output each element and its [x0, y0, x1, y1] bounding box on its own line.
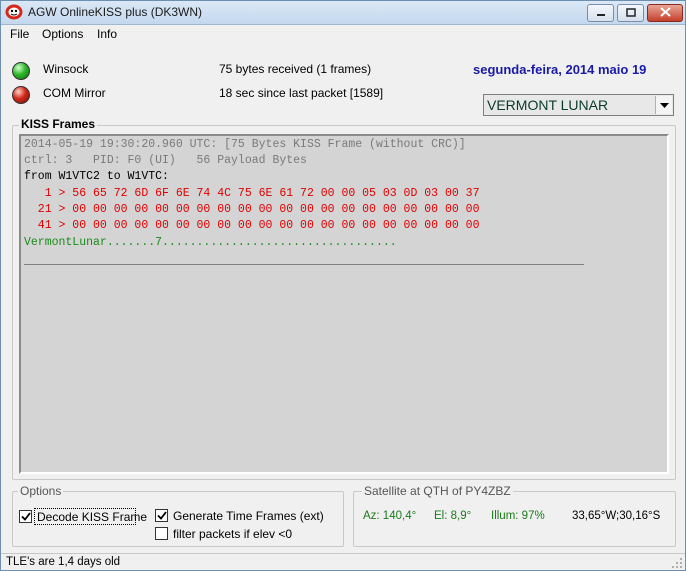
- frame-separator: [24, 264, 584, 265]
- menu-info[interactable]: Info: [93, 27, 121, 41]
- checkmark-icon: [156, 509, 167, 523]
- maximize-icon: [625, 6, 636, 20]
- com-mirror-status-led-icon: [12, 86, 30, 104]
- current-date: segunda-feira, 2014 maio 19: [473, 62, 647, 77]
- ascii-payload-line: VermontLunar.......7....................…: [24, 236, 397, 249]
- azimuth-value: Az: 140,4°: [363, 510, 417, 522]
- frame-address-line: from W1VTC2 to W1VTC:: [24, 170, 169, 183]
- illumination-value: Illum: 97%: [491, 510, 545, 522]
- menu-bar: File Options Info: [1, 25, 685, 45]
- elevation-value: El: 8,9°: [434, 510, 472, 522]
- satellite-select[interactable]: VERMONT LUNAR: [483, 94, 674, 116]
- winsock-status-led-icon: [12, 62, 30, 80]
- filter-packets-checkbox[interactable]: [155, 527, 168, 540]
- menu-options[interactable]: Options: [38, 27, 87, 41]
- maximize-button[interactable]: [617, 4, 644, 22]
- menu-file[interactable]: File: [6, 27, 33, 41]
- tle-age-text: TLE's are 1,4 days old: [6, 556, 121, 568]
- close-button[interactable]: [647, 4, 683, 22]
- hex-line-1: 1 > 56 65 72 6D 6F 6E 74 4C 75 6E 61 72 …: [24, 187, 480, 200]
- status-bar: TLE's are 1,4 days old: [1, 553, 685, 570]
- satellite-select-dropdown-button[interactable]: [655, 96, 672, 114]
- winsock-label: Winsock: [43, 62, 89, 76]
- decode-kiss-frame-label[interactable]: Decode KISS Frame: [37, 510, 147, 524]
- kiss-frames-title: KISS Frames: [19, 117, 98, 131]
- bytes-received-text: 75 bytes received (1 frames): [219, 62, 372, 76]
- generate-time-frames-checkbox[interactable]: [155, 509, 168, 522]
- frame-header-line: 2014-05-19 19:30:20.960 UTC: [75 Bytes K…: [24, 138, 466, 151]
- since-last-packet-text: 18 sec since last packet [1589]: [219, 86, 384, 100]
- hex-line-41: 41 > 00 00 00 00 00 00 00 00 00 00 00 00…: [24, 219, 480, 232]
- close-icon: [659, 6, 671, 20]
- minimize-button[interactable]: [587, 4, 614, 22]
- app-logo-icon: [5, 4, 23, 20]
- hex-line-21: 21 > 00 00 00 00 00 00 00 00 00 00 00 00…: [24, 203, 480, 216]
- title-bar[interactable]: AGW OnlineKISS plus (DK3WN): [1, 1, 685, 25]
- checkmark-icon: [20, 510, 31, 524]
- satellite-select-value: VERMONT LUNAR: [487, 97, 609, 113]
- chevron-down-icon: [659, 98, 669, 112]
- coordinates-value: 33,65°W;30,16°S: [572, 510, 661, 522]
- window-title: AGW OnlineKISS plus (DK3WN): [28, 5, 203, 19]
- decode-kiss-frame-checkbox[interactable]: [19, 510, 32, 523]
- kiss-frames-output[interactable]: 2014-05-19 19:30:20.960 UTC: [75 Bytes K…: [19, 134, 669, 474]
- app-window: AGW OnlineKISS plus (DK3WN) File Options…: [0, 0, 686, 571]
- satellite-qth-title: Satellite at QTH of PY4ZBZ: [362, 484, 513, 498]
- options-title: Options: [18, 484, 64, 498]
- filter-packets-label[interactable]: filter packets if elev <0: [173, 527, 292, 541]
- com-mirror-label: COM Mirror: [43, 86, 106, 100]
- frame-ctrl-line: ctrl: 3 PID: F0 (UI) 56 Payload Bytes: [24, 154, 307, 167]
- resize-grip-icon[interactable]: [672, 558, 683, 569]
- minimize-icon: [596, 6, 606, 20]
- generate-time-frames-label[interactable]: Generate Time Frames (ext): [173, 509, 324, 523]
